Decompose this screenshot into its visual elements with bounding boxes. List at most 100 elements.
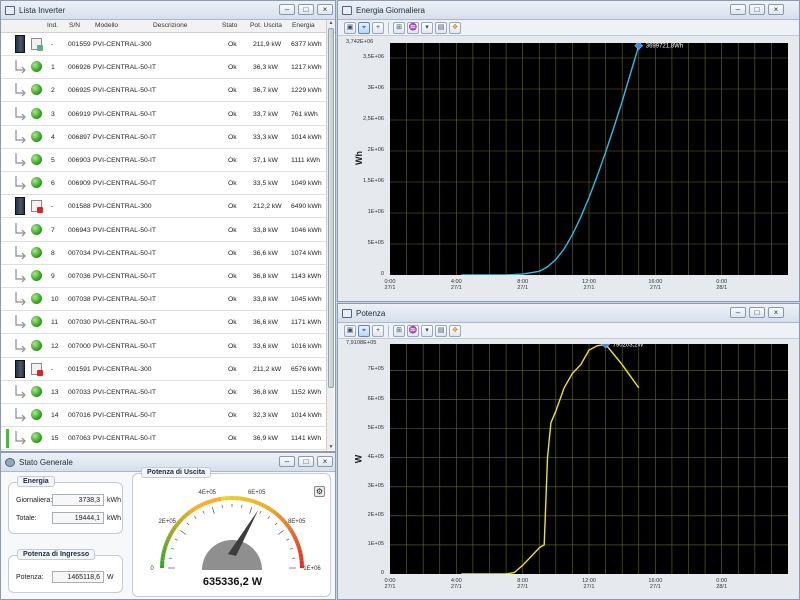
x-tick-label: 0:00 28/1	[714, 279, 730, 291]
power-window-titlebar[interactable]: Potenza – □ ×	[338, 304, 799, 323]
gauge-arc-segment	[292, 535, 298, 541]
crosshair-icon[interactable]: +	[372, 21, 384, 34]
cell-power: 212,2 kW	[253, 203, 282, 211]
chart-type-icon[interactable]: ♒	[407, 324, 419, 337]
table-row[interactable]: - 001559 PVI-CENTRAL-300 Ok 211,9 kW 6377 kWh	[1, 33, 327, 56]
table-row[interactable]: 4 006897 PVI-CENTRAL-50-IT Ok 33,3 kW 1014 kW…	[1, 126, 327, 149]
table-row[interactable]: 14 007016 PVI-CENTRAL-50-IT Ok 32,3 kW 1014 k…	[1, 404, 327, 428]
cell-sn: 006943	[68, 226, 91, 234]
zoom-icon[interactable]: ⊞	[393, 21, 405, 34]
gauge-arc-segment	[297, 549, 303, 554]
cell-energy: 1143 kWh	[291, 273, 322, 280]
minimize-button[interactable]: –	[730, 4, 746, 15]
col-header-sn[interactable]: S/N	[69, 22, 80, 29]
child-arrow-icon	[15, 153, 26, 167]
table-row[interactable]: - 001591 PVI-CENTRAL-300 Ok 211,2 kW 6576 kWh	[1, 358, 327, 381]
table-row[interactable]: 9 007036 PVI-CENTRAL-50-IT Ok 36,8 kW 1143 kW…	[1, 265, 327, 288]
y-tick-label: 4E+05	[367, 453, 384, 460]
child-arrow-icon	[15, 385, 26, 399]
col-header-descrizione[interactable]: Descrizione	[153, 22, 187, 29]
pan-icon[interactable]: ✥	[449, 21, 461, 34]
inverter-scrollbar[interactable]: ▲ ▼	[326, 20, 334, 450]
cell-model: PVI-CENTRAL-50-IT	[93, 157, 157, 164]
cell-sn: 007036	[68, 273, 91, 280]
maximize-button[interactable]: □	[749, 307, 765, 318]
dropdown-icon[interactable]: ▾	[421, 324, 433, 337]
energy-chart-toolbar: ▣ ⌖ + ⊞ ♒ ▾ ▤ ✥	[338, 20, 799, 36]
power-chart-toolbar: ▣ ⌖ + ⊞ ♒ ▾ ▤ ✥	[338, 323, 799, 339]
energy-y-axis-label: Wh	[354, 151, 364, 165]
close-button[interactable]: ×	[317, 456, 333, 467]
cell-energy: 1171 kWh	[291, 319, 322, 327]
maximize-button[interactable]: □	[298, 4, 314, 15]
inverter-window-titlebar[interactable]: Lista Inverter – □ ×	[1, 1, 335, 20]
cell-power: 36,7 kW	[253, 87, 278, 95]
zoom-icon[interactable]: ⊞	[393, 324, 405, 337]
stato-window-title: Stato Generale	[19, 457, 73, 467]
col-header-energia[interactable]: Energia	[292, 22, 315, 29]
table-row[interactable]: 8 007034 PVI-CENTRAL-50-IT Ok 36,6 kW 1074 kW…	[1, 242, 327, 265]
energy-plot-area[interactable]: 3699721,8Wh	[390, 41, 788, 276]
pan-icon[interactable]: ✥	[449, 324, 461, 337]
col-header-modello[interactable]: Modello	[95, 22, 118, 29]
close-button[interactable]: ×	[768, 307, 784, 318]
gauge-tick-label: 2E+05	[159, 519, 177, 525]
potenza-value: 1465118,6	[52, 571, 104, 583]
table-row[interactable]: 1 006926 PVI-CENTRAL-50-IT Ok 36,3 kW 1217 kW…	[1, 56, 327, 80]
close-button[interactable]: ×	[768, 4, 784, 15]
save-icon[interactable]: ▣	[344, 21, 356, 34]
minimize-button[interactable]: –	[279, 456, 295, 467]
table-row[interactable]: 7 006943 PVI-CENTRAL-50-IT Ok 33,8 kW 1046 kW…	[1, 219, 327, 242]
cell-power: 36,6 kW	[253, 319, 278, 327]
y-tick-label: 1E+06	[367, 209, 384, 215]
col-header-stato[interactable]: Stato	[222, 22, 237, 29]
maximize-button[interactable]: □	[298, 456, 314, 467]
table-row[interactable]: 6 006909 PVI-CENTRAL-50-IT Ok 33,5 kW 1049 kW…	[1, 172, 327, 196]
gauge-tick-label: 4E+05	[199, 490, 217, 496]
col-header-ind[interactable]: Ind.	[47, 22, 58, 29]
table-row[interactable]: 5 006903 PVI-CENTRAL-50-IT Ok 37,1 kW 1111 kW…	[1, 149, 327, 172]
save-icon[interactable]: ▣	[344, 324, 356, 337]
x-tick-label: 0:00 27/1	[382, 578, 398, 590]
scroll-down-icon[interactable]: ▼	[328, 444, 334, 450]
table-row[interactable]: 15 007063 PVI-CENTRAL-50-IT Ok 36,9 kW 1141 k…	[1, 427, 327, 451]
minimize-button[interactable]: –	[730, 307, 746, 318]
table-row[interactable]: 11 007030 PVI-CENTRAL-50-IT Ok 36,6 kW 1171 k…	[1, 311, 327, 335]
table-row[interactable]: 13 007033 PVI-CENTRAL-50-IT Ok 36,8 kW 1152 k…	[1, 381, 327, 404]
scroll-up-icon[interactable]: ▲	[328, 20, 334, 26]
maximize-button[interactable]: □	[749, 4, 765, 15]
chart-type-icon[interactable]: ♒	[407, 21, 419, 34]
x-tick-label: 8:00 27/1	[515, 279, 531, 291]
cursor-icon[interactable]: ⌖	[358, 21, 370, 34]
table-row[interactable]: 10 007038 PVI-CENTRAL-50-IT Ok 33,8 kW 1045 k…	[1, 288, 327, 312]
max-marker[interactable]	[634, 41, 644, 50]
cell-power: 36,9 kW	[253, 435, 278, 443]
gauge-arc-segment	[160, 553, 166, 558]
gauge-arc-segment	[161, 549, 167, 554]
gauge-arc-segment	[277, 514, 283, 520]
cell-energy: 1016 kWh	[291, 342, 322, 350]
export-icon[interactable]: ▤	[435, 324, 447, 337]
scrollbar-thumb[interactable]	[328, 28, 334, 388]
minimize-button[interactable]: –	[279, 4, 295, 15]
cell-energy: 761 kWh	[291, 110, 318, 118]
close-button[interactable]: ×	[317, 4, 333, 15]
cell-sn: 001591	[68, 365, 91, 373]
crosshair-icon[interactable]: +	[372, 324, 384, 337]
energy-window-titlebar[interactable]: Energia Giornaliera – □ ×	[338, 1, 799, 20]
cell-state: Ok	[228, 249, 237, 257]
table-row[interactable]: 2 006925 PVI-CENTRAL-50-IT Ok 36,7 kW 1229 kW…	[1, 79, 327, 103]
cell-power: 33,3 kW	[253, 133, 278, 141]
table-row[interactable]: 12 007000 PVI-CENTRAL-50-IT Ok 33,6 kW 1016 k…	[1, 335, 327, 358]
dropdown-icon[interactable]: ▾	[421, 21, 433, 34]
power-plot-area[interactable]: 790203,2W	[390, 339, 788, 575]
table-row[interactable]: - 001588 PVI-CENTRAL-300 Ok 212,2 kW 6490 kWh	[1, 195, 327, 219]
cursor-icon[interactable]: ⌖	[358, 324, 370, 337]
cell-state: Ok	[228, 296, 237, 304]
gauge-arc-segment	[171, 525, 177, 531]
cell-energy: 1045 kWh	[291, 296, 322, 304]
col-header-pot-uscita[interactable]: Pot. Uscita	[250, 22, 282, 29]
table-row[interactable]: 3 006919 PVI-CENTRAL-50-IT Ok 33,7 kW 761 kWh	[1, 103, 327, 126]
inverter-cabinet-icon	[15, 359, 25, 378]
export-icon[interactable]: ▤	[435, 21, 447, 34]
